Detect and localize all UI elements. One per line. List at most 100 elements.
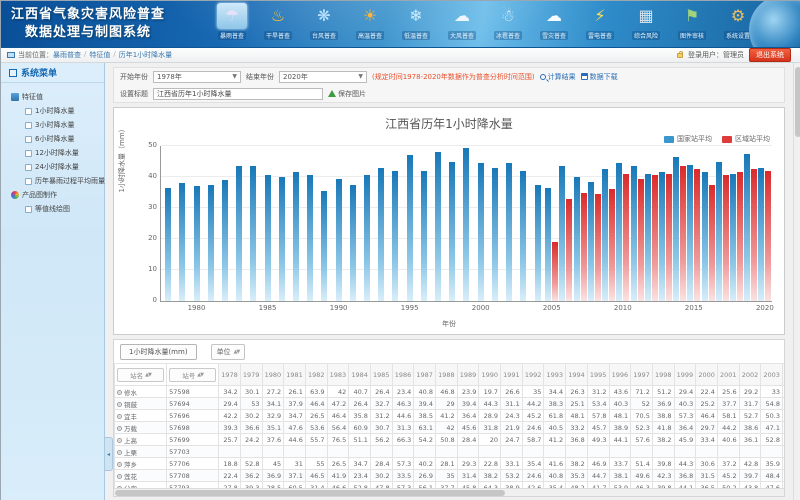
- station-name-cell[interactable]: 万载: [115, 422, 167, 434]
- toolbar-item-map-review[interactable]: ⚑图件审核: [669, 3, 715, 47]
- toolbar-item-snow[interactable]: ☁雪灾普查: [531, 3, 577, 47]
- sidebar-item[interactable]: 3小时降水量: [25, 120, 104, 130]
- bar-group-1979[interactable]: [175, 146, 189, 301]
- station-name-cell[interactable]: 修水: [115, 386, 167, 398]
- radio-icon[interactable]: [117, 426, 122, 431]
- bar-group-2019[interactable]: [744, 146, 758, 301]
- unit-sort-control[interactable]: 单位 ▲▼: [211, 344, 246, 360]
- sidebar-item[interactable]: 6小时降水量: [25, 134, 104, 144]
- radio-icon[interactable]: [117, 474, 122, 479]
- toolbar-item-rainstorm[interactable]: ☂暴雨普查: [209, 3, 255, 47]
- bar-group-2000[interactable]: [474, 146, 488, 301]
- radio-icon[interactable]: [117, 438, 122, 443]
- sidebar-group-products[interactable]: 产品图制作: [11, 190, 104, 200]
- sidebar-item[interactable]: 24小时降水量: [25, 162, 104, 172]
- bar-group-2010[interactable]: [616, 146, 630, 301]
- station-name-cell[interactable]: 铜鼓: [115, 398, 167, 410]
- bar-group-2005[interactable]: [545, 146, 559, 301]
- station-id-header[interactable]: 站号▲▼: [167, 364, 219, 386]
- sidebar-group-features[interactable]: 特征值: [11, 92, 104, 102]
- bar-group-1985[interactable]: [260, 146, 274, 301]
- station-name-cell[interactable]: 萍乡: [115, 458, 167, 470]
- bar-group-2011[interactable]: [630, 146, 644, 301]
- bar-group-1992[interactable]: [360, 146, 374, 301]
- bar-group-2012[interactable]: [644, 146, 658, 301]
- bar-group-1984[interactable]: [246, 146, 260, 301]
- end-year-select[interactable]: 2020年 ▼: [279, 71, 367, 83]
- station-name-cell[interactable]: 上栗: [115, 446, 167, 458]
- station-name-cell[interactable]: 上高: [115, 434, 167, 446]
- table-row[interactable]: 修水5759834.230.127.226.163.94240.726.423.…: [115, 386, 785, 398]
- radio-icon[interactable]: [117, 414, 122, 419]
- radio-icon[interactable]: [117, 450, 122, 455]
- bar-group-1993[interactable]: [374, 146, 388, 301]
- bar-group-1990[interactable]: [332, 146, 346, 301]
- table-row[interactable]: 萍乡5770618.852.845315526.534.728.457.340.…: [115, 458, 785, 470]
- save-image-button[interactable]: 保存图片: [328, 89, 366, 99]
- sidebar-item[interactable]: 12小时降水量: [25, 148, 104, 158]
- radio-icon[interactable]: [117, 462, 122, 467]
- sidebar-item[interactable]: 等值线绘图: [25, 204, 104, 214]
- radio-icon[interactable]: [117, 402, 122, 407]
- horizontal-scrollbar[interactable]: [114, 488, 785, 496]
- toolbar-item-drought[interactable]: ♨干旱普查: [255, 3, 301, 47]
- sidebar-collapse-handle[interactable]: ◂: [105, 437, 113, 471]
- bar-group-1998[interactable]: [445, 146, 459, 301]
- bar-group-1986[interactable]: [275, 146, 289, 301]
- bar-group-2001[interactable]: [488, 146, 502, 301]
- bar-group-2013[interactable]: [658, 146, 672, 301]
- download-data-button[interactable]: 数据下载: [581, 72, 618, 82]
- toolbar-item-low-temp[interactable]: ❄低温普查: [393, 3, 439, 47]
- bar-group-2016[interactable]: [701, 146, 715, 301]
- breadcrumb-item[interactable]: 特征值: [89, 50, 110, 60]
- toolbar-item-lightning[interactable]: ⚡雷电普查: [577, 3, 623, 47]
- toolbar-item-typhoon[interactable]: ❋台风普查: [301, 3, 347, 47]
- radio-icon[interactable]: [117, 390, 122, 395]
- horizontal-scrollbar-thumb[interactable]: [115, 490, 505, 496]
- bar-group-2014[interactable]: [673, 146, 687, 301]
- bar-group-1999[interactable]: [459, 146, 473, 301]
- bar-group-2020[interactable]: [758, 146, 772, 301]
- measure-button[interactable]: 1小时降水量(mm): [120, 344, 197, 360]
- bar-group-1996[interactable]: [417, 146, 431, 301]
- bar-group-2017[interactable]: [715, 146, 729, 301]
- table-row[interactable]: 宜丰5769642.230.232.934.726.546.435.831.24…: [115, 410, 785, 422]
- toolbar-item-hail[interactable]: ☃冰雹普查: [485, 3, 531, 47]
- bar-group-2004[interactable]: [530, 146, 544, 301]
- bar-group-2018[interactable]: [729, 146, 743, 301]
- bar-group-1997[interactable]: [431, 146, 445, 301]
- station-name-header[interactable]: 站名▲▼: [115, 364, 167, 386]
- station-name-cell[interactable]: 宜丰: [115, 410, 167, 422]
- bar-group-1980[interactable]: [189, 146, 203, 301]
- bar-group-1981[interactable]: [204, 146, 218, 301]
- bar-group-1991[interactable]: [346, 146, 360, 301]
- bar-group-2007[interactable]: [573, 146, 587, 301]
- breadcrumb-item[interactable]: 暴雨普查: [53, 50, 81, 60]
- bar-group-1995[interactable]: [403, 146, 417, 301]
- chart-title-input[interactable]: [153, 88, 323, 100]
- toolbar-item-gale[interactable]: ☁大风普查: [439, 3, 485, 47]
- sidebar-item[interactable]: 历年暴雨过程平均雨量: [25, 176, 104, 186]
- start-year-select[interactable]: 1978年 ▼: [153, 71, 241, 83]
- bar-group-1978[interactable]: [161, 146, 175, 301]
- toolbar-item-calculator[interactable]: ▦综合风险: [623, 3, 669, 47]
- bar-group-2003[interactable]: [516, 146, 530, 301]
- toolbar-item-high-temp[interactable]: ☀高温普查: [347, 3, 393, 47]
- table-row[interactable]: 铜鼓5769429.45334.137.946.447.226.432.746.…: [115, 398, 785, 410]
- table-row[interactable]: 上栗57703: [115, 446, 785, 458]
- breadcrumb-item[interactable]: 历年1小时降水量: [119, 50, 172, 60]
- bar-group-2002[interactable]: [502, 146, 516, 301]
- bar-group-1988[interactable]: [303, 146, 317, 301]
- bar-group-2009[interactable]: [601, 146, 615, 301]
- table-row[interactable]: 上高5769925.724.237.644.655.776.551.156.26…: [115, 434, 785, 446]
- bar-group-1994[interactable]: [388, 146, 402, 301]
- calculate-button[interactable]: 计算结果: [540, 72, 576, 82]
- table-row[interactable]: 万载5769839.336.635.147.653.656.460.930.73…: [115, 422, 785, 434]
- sidebar-item[interactable]: 1小时降水量: [25, 106, 104, 116]
- vertical-scrollbar-thumb[interactable]: [795, 67, 800, 137]
- bar-group-2006[interactable]: [559, 146, 573, 301]
- bar-group-1989[interactable]: [317, 146, 331, 301]
- bar-group-2015[interactable]: [687, 146, 701, 301]
- bar-group-1982[interactable]: [218, 146, 232, 301]
- bar-group-1983[interactable]: [232, 146, 246, 301]
